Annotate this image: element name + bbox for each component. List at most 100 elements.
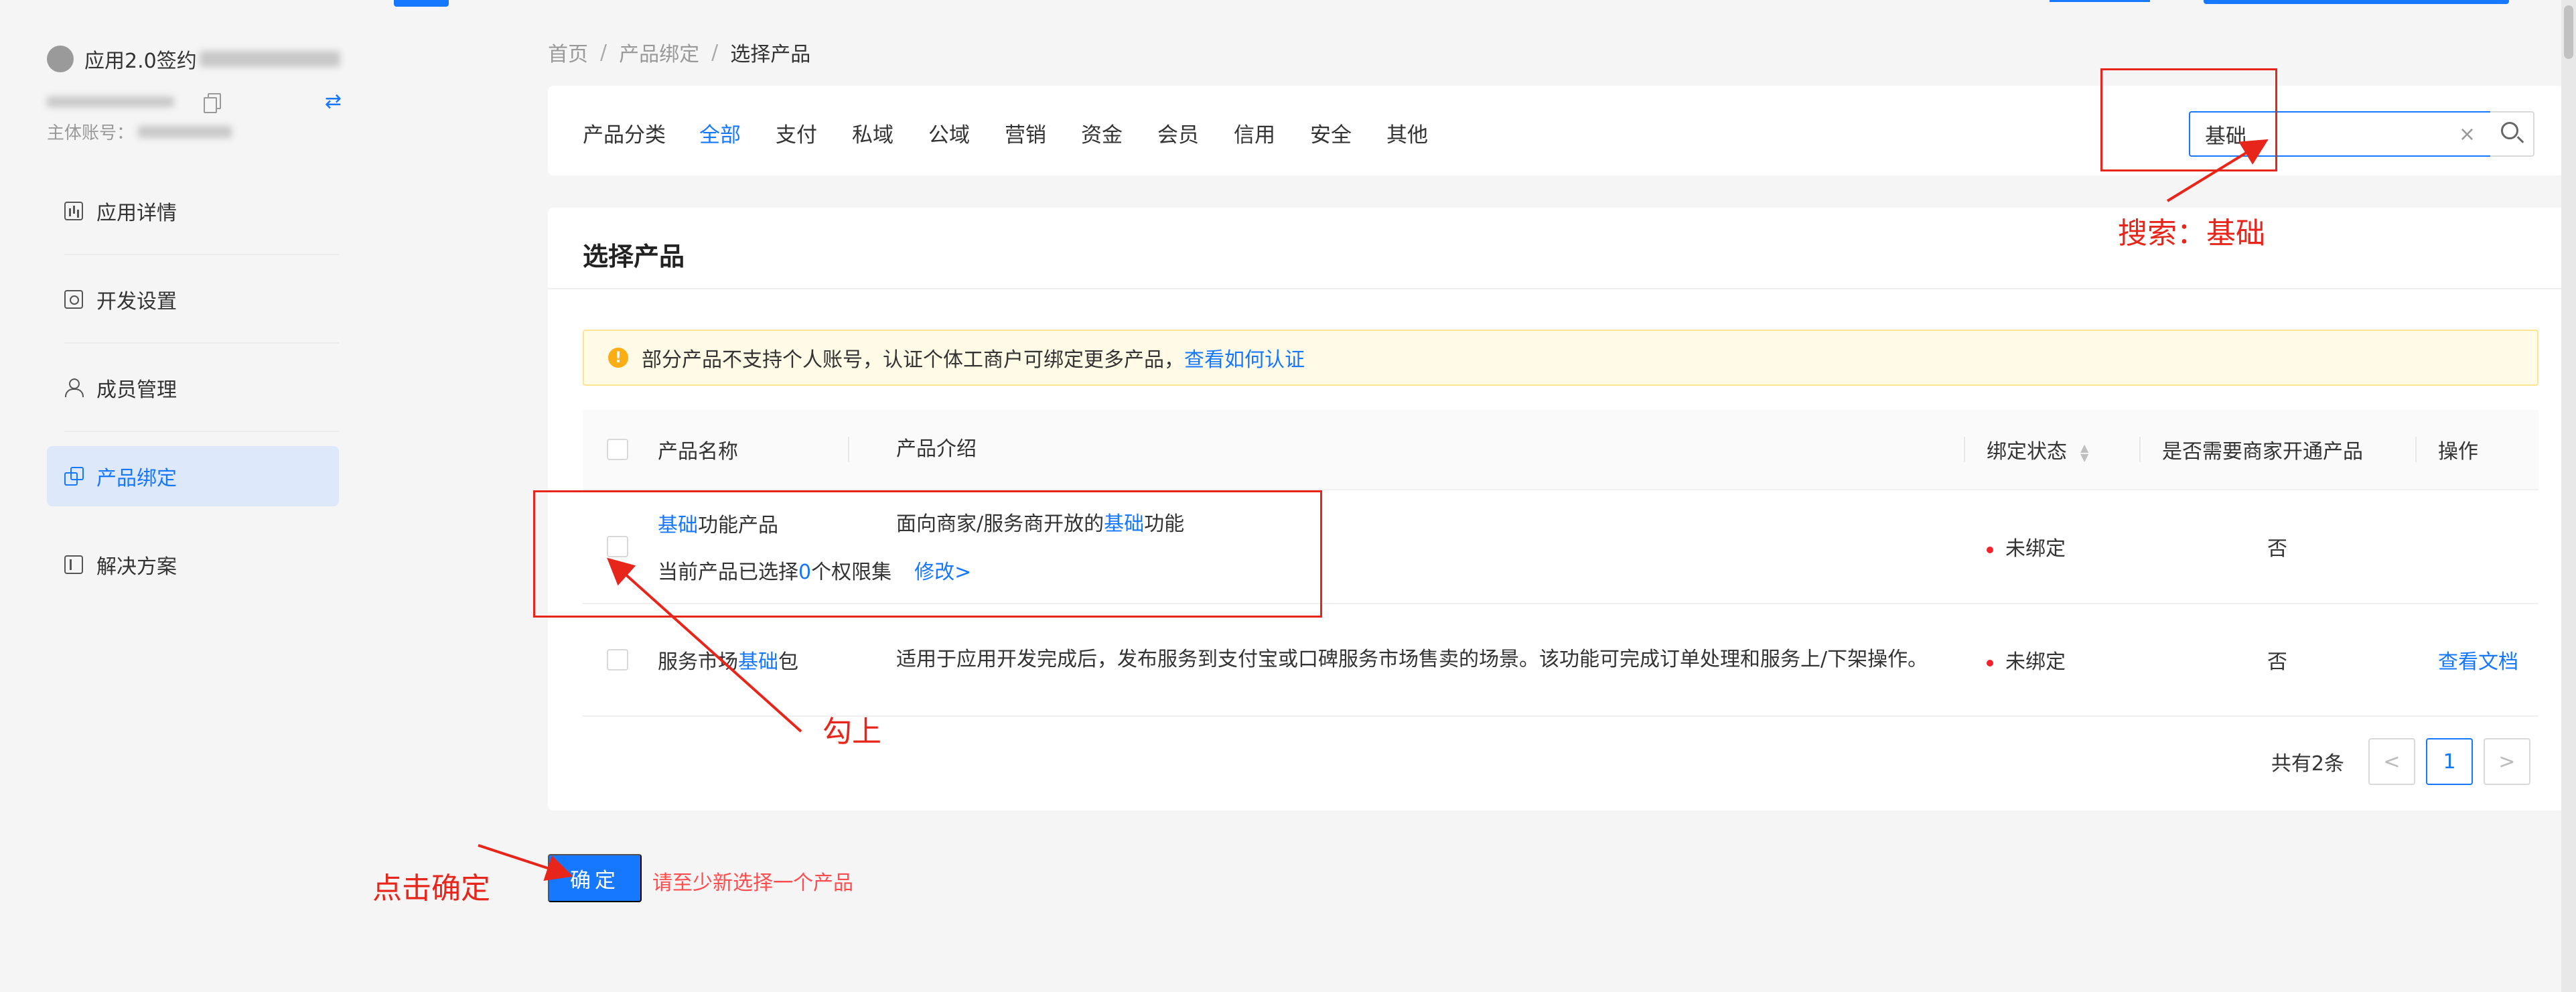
user-icon [64,378,84,397]
app-id-redacted [47,96,174,107]
alert-text: 部分产品不支持个人账号，认证个体工商户可绑定更多产品， [642,348,1184,372]
sidebar-item-solutions[interactable]: 解决方案 [47,535,339,595]
header-name: 产品名称 [658,440,738,464]
breadcrumb-product-binding[interactable]: 产品绑定 [619,38,699,67]
row-need-cell: 否 [2139,532,2415,561]
breadcrumb-separator: / [600,40,607,64]
card-title: 选择产品 [583,242,685,271]
confirm-button[interactable]: 确定 [548,854,642,902]
account-label: 主体账号： [47,123,135,143]
top-tab-indicator [394,0,449,7]
breadcrumb-separator: / [711,40,719,64]
breadcrumb-home[interactable]: 首页 [548,38,588,67]
select-all-checkbox[interactable] [607,439,628,460]
sidebar-item-product-binding[interactable]: 产品绑定 [47,446,339,506]
row-checkbox[interactable] [607,649,628,670]
scrollbar-thumb[interactable] [2564,5,2573,59]
swap-icon[interactable]: ⇄ [325,90,342,113]
category-private-domain[interactable]: 私域 [852,118,893,148]
link-squares-icon [64,467,84,486]
sort-icon[interactable]: ▲ ▼ [2080,442,2088,462]
page-1-button[interactable]: 1 [2426,738,2473,785]
alert-link[interactable]: 查看如何认证 [1184,343,1305,372]
status-text: 未绑定 [2005,537,2066,561]
warning-alert: ! 部分产品不支持个人账号，认证个体工商户可绑定更多产品， 查看如何认证 [583,330,2538,386]
confirm-hint: 请至少新选择一个产品 [652,871,853,895]
row-check-cell [583,649,652,670]
category-marketing[interactable]: 营销 [1005,118,1046,148]
app-avatar [47,46,74,72]
category-other[interactable]: 其他 [1386,118,1428,148]
table-row: 服务市场基础包 适用于应用开发完成后，发布服务到支付宝或口碑服务市场售卖的场景。… [583,604,2538,717]
row-status-cell: 未绑定 [1964,532,2139,561]
header-status-label: 绑定状态 [1987,440,2067,464]
account-redacted [138,125,232,138]
header-status[interactable]: 绑定状态 ▲ ▼ [1964,435,2139,464]
sidebar-menu: 应用详情 开发设置 成员管理 产品绑定 解决方案 [47,181,339,623]
view-docs-link[interactable]: 查看文档 [2438,650,2518,674]
settings-icon [64,290,83,309]
product-name-suffix: 包 [778,650,798,674]
page-total: 共有2条 [2271,752,2344,776]
annotation-box-first-row [533,490,1322,618]
row-need-cell: 否 [2139,645,2415,675]
annotation-click-note: 点击确定 [372,871,490,906]
sidebar-item-app-detail[interactable]: 应用详情 [47,181,339,255]
status-dot [1987,546,1993,553]
pagination: 共有2条 < 1 > [2271,738,2530,785]
chart-icon [64,202,83,220]
annotation-check-note: 勾上 [822,715,881,749]
sidebar-item-label: 成员管理 [96,378,177,402]
category-payment[interactable]: 支付 [776,118,817,148]
prev-page-button[interactable]: < [2368,738,2415,785]
sidebar-item-label: 产品绑定 [96,467,177,490]
sidebar-item-label: 解决方案 [96,555,177,579]
clear-icon[interactable]: × [2459,123,2476,146]
category-public-domain[interactable]: 公域 [928,118,970,148]
product-name-highlight: 基础 [738,650,778,674]
card-divider [548,288,2564,289]
need-text: 否 [2267,650,2287,674]
header-op: 操作 [2438,440,2478,464]
product-name-prefix: 服务市场 [658,650,738,674]
need-text: 否 [2267,537,2287,561]
header-divider [2139,437,2141,462]
account-line: 主体账号： [47,119,232,144]
search-button[interactable] [2490,111,2534,157]
category-membership[interactable]: 会员 [1157,118,1199,148]
annotation-box-search [2100,68,2277,171]
row-desc-cell: 适用于应用开发完成后，发布服务到支付宝或口碑服务市场售卖的场景。该功能可完成订单… [896,648,1928,671]
filter-label: 产品分类 [583,123,666,147]
row-name-cell: 服务市场基础包 [652,645,873,675]
sidebar-item-label: 应用详情 [96,202,177,225]
sidebar: 应用2.0签约 ⇄ 主体账号： 应用详情 开发设置 成员管理 产品绑定 解决方案 [0,0,375,992]
annotation-search-note: 搜索：基础 [2118,216,2265,251]
header-divider [2415,437,2417,462]
warning-icon: ! [608,348,628,368]
header-check-cell [583,439,652,460]
sidebar-item-dev-settings[interactable]: 开发设置 [47,269,339,344]
scrollbar[interactable] [2561,0,2576,992]
row-status-cell: 未绑定 [1964,645,2139,675]
category-credit[interactable]: 信用 [1234,118,1275,148]
search-icon [2501,122,2518,139]
header-divider [848,437,849,462]
category-all[interactable]: 全部 [699,118,741,148]
app-id-line: ⇄ [47,90,342,113]
category-security[interactable]: 安全 [1310,118,1352,148]
sidebar-item-label: 开发设置 [96,290,177,313]
top-right-indicator-thin [2050,0,2150,2]
header-need: 是否需要商家开通产品 [2162,440,2363,464]
sidebar-item-members[interactable]: 成员管理 [47,358,339,432]
top-right-indicator [2204,0,2509,4]
breadcrumb: 首页 / 产品绑定 / 选择产品 [548,38,810,67]
row-op-cell: 查看文档 [2415,645,2538,675]
category-tabs: 全部 支付 私域 公域 营销 资金 会员 信用 安全 其他 [699,118,1463,148]
next-page-button[interactable]: > [2484,738,2530,785]
category-funds[interactable]: 资金 [1081,118,1123,148]
table-header: 产品名称 产品介绍 绑定状态 ▲ ▼ 是否需要商家开通产品 操作 [583,410,2538,489]
app-name-redacted [199,51,340,67]
copy-icon[interactable] [204,92,221,113]
breadcrumb-current: 选择产品 [730,43,811,66]
book-icon [64,555,83,574]
